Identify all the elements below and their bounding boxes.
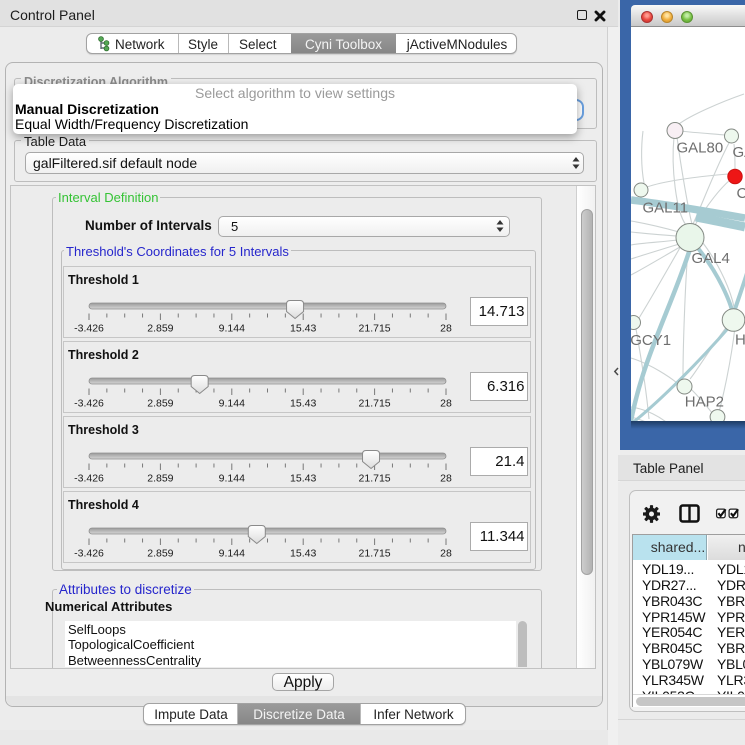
svg-text:21.715: 21.715: [359, 398, 391, 410]
svg-text:9.144: 9.144: [219, 323, 245, 335]
svg-text:2.859: 2.859: [147, 473, 173, 485]
svg-text:-3.426: -3.426: [74, 323, 104, 335]
svg-text:28: 28: [440, 548, 452, 560]
svg-text:-3.426: -3.426: [74, 548, 104, 560]
svg-text:-3.426: -3.426: [74, 398, 104, 410]
svg-text:CY: CY: [737, 185, 745, 202]
svg-text:28: 28: [440, 323, 452, 335]
svg-text:GAL4: GAL4: [692, 250, 730, 267]
svg-text:2.859: 2.859: [147, 323, 173, 335]
svg-text:15.43: 15.43: [290, 323, 316, 335]
svg-text:GAL80: GAL80: [677, 140, 724, 157]
svg-text:9.144: 9.144: [219, 548, 245, 560]
svg-text:28: 28: [440, 473, 452, 485]
svg-text:2.859: 2.859: [147, 398, 173, 410]
svg-text:15.43: 15.43: [290, 548, 316, 560]
svg-text:15.43: 15.43: [290, 398, 316, 410]
svg-text:28: 28: [440, 398, 452, 410]
svg-text:21.715: 21.715: [359, 473, 391, 485]
svg-text:GCY1: GCY1: [631, 332, 671, 349]
svg-text:21.715: 21.715: [359, 548, 391, 560]
svg-text:H: H: [735, 332, 745, 349]
svg-text:15.43: 15.43: [290, 473, 316, 485]
svg-text:21.715: 21.715: [359, 323, 391, 335]
svg-text:2.859: 2.859: [147, 548, 173, 560]
svg-text:-3.426: -3.426: [74, 473, 104, 485]
svg-text:9.144: 9.144: [219, 398, 245, 410]
svg-text:GAL11: GAL11: [643, 200, 689, 217]
svg-text:HAP2: HAP2: [685, 394, 724, 411]
svg-text:9.144: 9.144: [219, 473, 245, 485]
svg-text:GA: GA: [733, 144, 745, 161]
